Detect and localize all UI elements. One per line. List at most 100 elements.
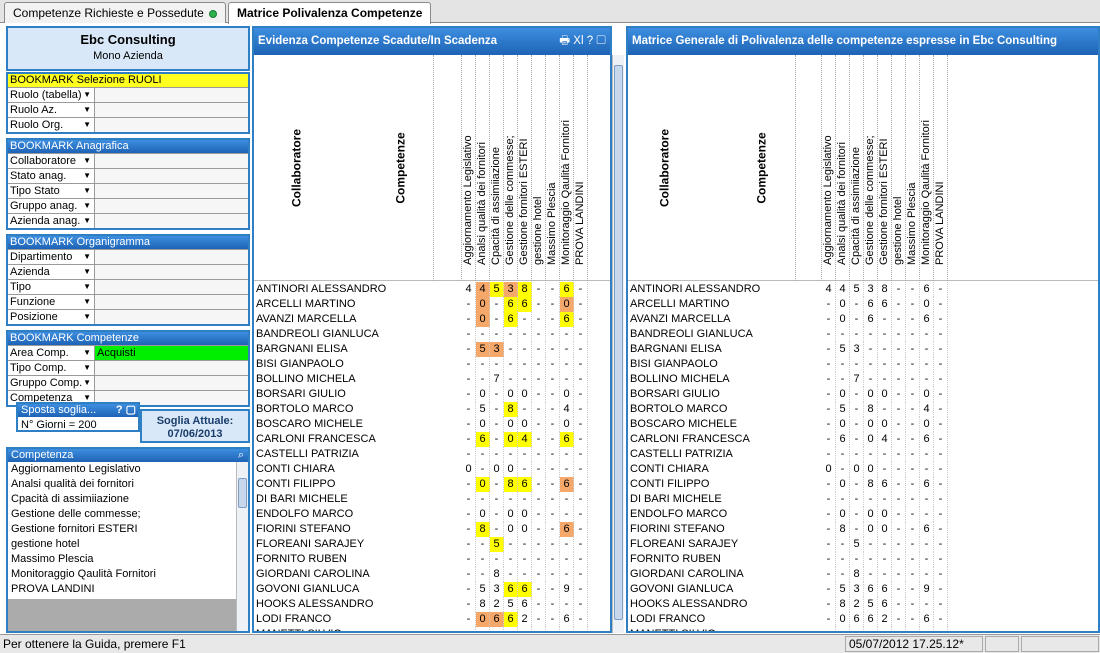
- table-row[interactable]: BORTOLO MARCO -5-8- - -4-: [254, 402, 610, 417]
- filter-value[interactable]: [95, 376, 248, 390]
- list-item[interactable]: gestione hotel: [8, 537, 238, 552]
- column-header-competence[interactable]: PROVA LANDINI: [934, 55, 948, 281]
- filter-dropdown[interactable]: Posizione ▼: [8, 310, 95, 324]
- filter-value[interactable]: [95, 199, 248, 213]
- table-row[interactable]: FIORINI STEFANO -8-0 0- -6-: [628, 522, 1098, 537]
- table-row[interactable]: ENDOLFO MARCO -0-0 0- - - -: [628, 507, 1098, 522]
- column-header-competence[interactable]: Aggiornamento Legislativo: [822, 55, 836, 281]
- dropdown-arrow-icon[interactable]: ▼: [83, 361, 91, 375]
- table-row[interactable]: BOSCARO MICHELE -0-0 0- -0-: [254, 417, 610, 432]
- list-item[interactable]: Aggiornamento Legislativo: [8, 462, 238, 477]
- column-header-competence[interactable]: Monitoraggio Qaulità Fornitori: [560, 55, 574, 281]
- table-row[interactable]: BISI GIANPAOLO - - - - - - - - -: [628, 357, 1098, 372]
- dropdown-arrow-icon[interactable]: ▼: [83, 103, 91, 117]
- filter-value[interactable]: [95, 250, 248, 264]
- filter-dropdown[interactable]: Tipo ▼: [8, 280, 95, 294]
- giorni-value[interactable]: N° Giorni = 200: [18, 417, 138, 433]
- dropdown-arrow-icon[interactable]: ▼: [83, 310, 91, 324]
- dropdown-arrow-icon[interactable]: ▼: [83, 295, 91, 309]
- table-row[interactable]: CASTELLI PATRIZIA - - - - - - - - -: [628, 447, 1098, 462]
- table-row[interactable]: LODI FRANCO -0 6 6 2- -6-: [254, 612, 610, 627]
- table-row[interactable]: CONTI CHIARA 0-0 0- - - - -: [628, 462, 1098, 477]
- column-header-competence[interactable]: Analsi qualità dei fornitori: [836, 55, 850, 281]
- table-row[interactable]: DI BARI MICHELE - - - - - - - - -: [254, 492, 610, 507]
- column-header-competence[interactable]: Analsi qualità dei fornitori: [476, 55, 490, 281]
- table-row[interactable]: DI BARI MICHELE - - - - - - - - -: [628, 492, 1098, 507]
- dropdown-arrow-icon[interactable]: ▼: [83, 280, 91, 294]
- table-row[interactable]: FLOREANI SARAJEY - -5- - - - - -: [254, 537, 610, 552]
- filter-value[interactable]: [95, 310, 248, 324]
- table-row[interactable]: BISI GIANPAOLO - - - - - - - - -: [254, 357, 610, 372]
- dropdown-arrow-icon[interactable]: ▼: [83, 184, 91, 198]
- column-header-competence[interactable]: Aggiornamento Legislativo: [462, 55, 476, 281]
- filter-value[interactable]: [95, 169, 248, 183]
- filter-value[interactable]: [95, 154, 248, 168]
- table-row[interactable]: LODI FRANCO -0 6 6 2- -6-: [628, 612, 1098, 627]
- filter-value[interactable]: [95, 361, 248, 375]
- table-row[interactable]: CARLONI FRANCESCA -6-0 4- -6-: [628, 432, 1098, 447]
- table-row[interactable]: AVANZI MARCELLA -0-6- - -6-: [628, 312, 1098, 327]
- column-header-competenze[interactable]: Competenze: [393, 55, 462, 281]
- table-row[interactable]: FIORINI STEFANO -8-0 0- -6-: [254, 522, 610, 537]
- dropdown-arrow-icon[interactable]: ▼: [83, 169, 91, 183]
- table-row[interactable]: ARCELLI MARTINO -0-6 6- -0-: [254, 297, 610, 312]
- dropdown-arrow-icon[interactable]: ▼: [83, 214, 91, 228]
- table-row[interactable]: MANETTI SILVIO---------: [628, 627, 1098, 631]
- filter-value[interactable]: Acquisti: [95, 346, 248, 360]
- table-row[interactable]: BARGNANI ELISA -5 3- - - - - -: [254, 342, 610, 357]
- column-header-competence[interactable]: Massimo Plescia: [906, 55, 920, 281]
- column-header-competence[interactable]: Massimo Plescia: [546, 55, 560, 281]
- table-row[interactable]: ANTINORI ALESSANDRO 4 4 5 3 8- -6-: [254, 282, 610, 297]
- table-row[interactable]: GOVONI GIANLUCA -5 3 6 6- -9-: [628, 582, 1098, 597]
- filter-dropdown[interactable]: Dipartimento ▼: [8, 250, 95, 264]
- table-row[interactable]: FORNITO RUBEN - - - - - - - - -: [628, 552, 1098, 567]
- table-row[interactable]: BOLLINO MICHELA - -7- - - - - -: [254, 372, 610, 387]
- filter-value[interactable]: [95, 103, 248, 117]
- table-row[interactable]: MANETTI SILVIO---------: [254, 627, 610, 631]
- filter-value[interactable]: [95, 214, 248, 228]
- filter-value[interactable]: [95, 265, 248, 279]
- filter-value[interactable]: [95, 88, 248, 102]
- table-row[interactable]: CASTELLI PATRIZIA - - - - - - - - -: [254, 447, 610, 462]
- filter-dropdown[interactable]: Collaboratore ▼: [8, 154, 95, 168]
- column-header-competenze[interactable]: Competenze: [754, 55, 822, 281]
- filter-dropdown[interactable]: Gruppo Comp. ▼: [8, 376, 95, 390]
- filter-value[interactable]: [95, 184, 248, 198]
- table-row[interactable]: CARLONI FRANCESCA -6-0 4- -6-: [254, 432, 610, 447]
- table-row[interactable]: BORSARI GIULIO -0-0 0- -0-: [254, 387, 610, 402]
- column-header-competence[interactable]: gestione hotel: [532, 55, 546, 281]
- table-row[interactable]: ANTINORI ALESSANDRO 4 4 5 3 8- -6-: [628, 282, 1098, 297]
- table-row[interactable]: AVANZI MARCELLA -0-6- - -6-: [254, 312, 610, 327]
- column-header-competence[interactable]: Cpacità di assimiiazione: [850, 55, 864, 281]
- dropdown-arrow-icon[interactable]: ▼: [83, 118, 91, 132]
- table-row[interactable]: ENDOLFO MARCO -0-0 0- - - -: [254, 507, 610, 522]
- list-item[interactable]: PROVA LANDINI: [8, 582, 238, 597]
- dropdown-arrow-icon[interactable]: ▼: [83, 154, 91, 168]
- filter-dropdown[interactable]: Azienda anag. ▼: [8, 214, 95, 228]
- list-item[interactable]: Gestione delle commesse;: [8, 507, 238, 522]
- filter-dropdown[interactable]: Azienda ▼: [8, 265, 95, 279]
- list-scrollbar[interactable]: [236, 462, 248, 631]
- table-row[interactable]: FORNITO RUBEN - - - - - - - - -: [254, 552, 610, 567]
- help-minimize-icons[interactable]: ? ▢: [116, 404, 136, 417]
- list-item[interactable]: Analsi qualità dei fornitori: [8, 477, 238, 492]
- filter-dropdown[interactable]: Tipo Stato ▼: [8, 184, 95, 198]
- filter-dropdown[interactable]: Funzione ▼: [8, 295, 95, 309]
- filter-dropdown[interactable]: Tipo Comp. ▼: [8, 361, 95, 375]
- dropdown-arrow-icon[interactable]: ▼: [83, 346, 91, 360]
- list-item[interactable]: Gestione fornitori ESTERI: [8, 522, 238, 537]
- table-row[interactable]: BOSCARO MICHELE -0-0 0- -0-: [628, 417, 1098, 432]
- column-header-competence[interactable]: Gestione fornitori ESTERI: [518, 55, 532, 281]
- table-row[interactable]: BANDREOLI GIANLUCA - - - - - - - - -: [628, 327, 1098, 342]
- list-item[interactable]: Monitoraggio Qaulità Fornitori: [8, 567, 238, 582]
- dropdown-arrow-icon[interactable]: ▼: [83, 376, 91, 390]
- dropdown-arrow-icon[interactable]: ▼: [83, 88, 91, 102]
- table-row[interactable]: CONTI CHIARA 0-0 0- - - - -: [254, 462, 610, 477]
- filter-dropdown[interactable]: Gruppo anag. ▼: [8, 199, 95, 213]
- filter-dropdown[interactable]: Area Comp. ▼: [8, 346, 95, 360]
- table-row[interactable]: CONTI FILIPPO -0-8 6- -6-: [628, 477, 1098, 492]
- table-row[interactable]: BORSARI GIULIO -0-0 0- -0-: [628, 387, 1098, 402]
- scroll-thumb[interactable]: [238, 478, 247, 508]
- column-header-competence[interactable]: Gestione delle commesse;: [504, 55, 518, 281]
- column-header-competence[interactable]: Monitoraggio Qaulità Fornitori: [920, 55, 934, 281]
